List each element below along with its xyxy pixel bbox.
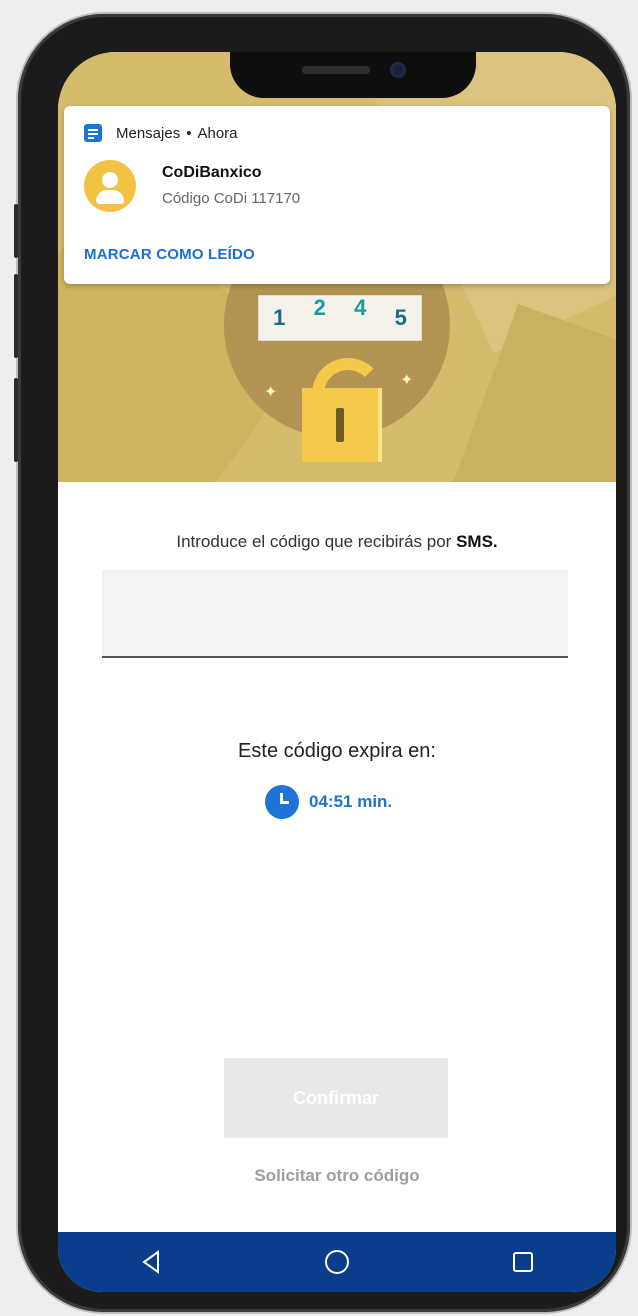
code-digit: 5 xyxy=(394,305,407,330)
sparkle-icon: ✦ xyxy=(400,372,414,389)
instruction-text: Introduce el código que recibirás por SM… xyxy=(58,532,616,552)
instruction-prefix: Introduce el código que recibirás por xyxy=(176,532,457,551)
mark-as-read-button[interactable]: MARCAR COMO LEÍDO xyxy=(84,246,255,263)
notification-header: Mensajes • Ahora xyxy=(84,124,238,142)
messages-app-icon xyxy=(84,124,102,142)
countdown-timer: 04:51 min. xyxy=(265,785,392,819)
volume-down-button xyxy=(14,378,18,462)
confirm-button[interactable]: Confirmar xyxy=(224,1058,448,1138)
clock-icon xyxy=(265,785,299,819)
code-digit: 1 xyxy=(273,305,286,330)
mute-switch xyxy=(14,204,18,258)
notification-message: Código CoDi 117170 xyxy=(162,190,301,207)
android-nav-bar xyxy=(58,1232,616,1292)
phone-screen: 1 2 4 5 ✦ ✦ Mensajes • Ahora CoDiBanxico… xyxy=(58,52,616,1292)
keyhole xyxy=(336,408,344,442)
sms-notification[interactable]: Mensajes • Ahora CoDiBanxico Código CoDi… xyxy=(64,106,610,284)
home-icon[interactable] xyxy=(307,1237,367,1287)
volume-up-button xyxy=(14,274,18,358)
request-new-code-link[interactable]: Solicitar otro código xyxy=(58,1166,616,1186)
recents-icon[interactable] xyxy=(493,1237,553,1287)
notification-time: Ahora xyxy=(197,124,238,142)
back-icon[interactable] xyxy=(121,1237,181,1287)
avatar-icon xyxy=(84,160,136,212)
front-camera xyxy=(390,62,406,78)
expire-label: Este código expira en: xyxy=(238,740,436,762)
notification-app-name: Mensajes xyxy=(116,124,181,142)
sms-code-input[interactable] xyxy=(102,570,568,658)
instruction-sms: SMS. xyxy=(456,532,498,551)
code-illustration: 1 2 4 5 xyxy=(258,295,422,341)
earpiece-speaker xyxy=(302,66,370,74)
notification-sender: CoDiBanxico xyxy=(162,164,262,181)
sparkle-icon: ✦ xyxy=(264,384,278,401)
notification-separator: • xyxy=(186,124,192,142)
code-digit: 2 xyxy=(313,295,326,320)
timer-value: 04:51 min. xyxy=(309,792,393,811)
hero-facet xyxy=(449,303,616,482)
notch xyxy=(230,52,476,98)
code-digit: 4 xyxy=(354,295,367,320)
